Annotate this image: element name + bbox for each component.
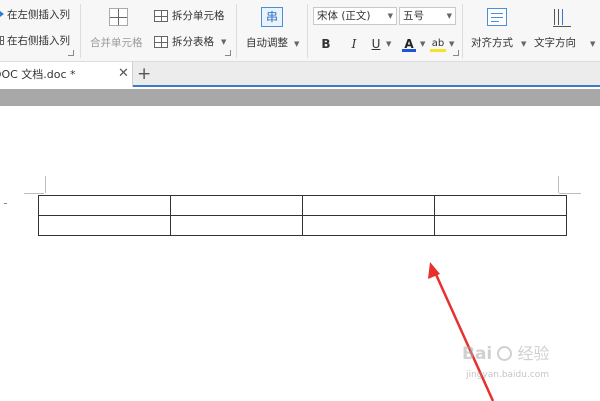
table-cell[interactable]	[302, 195, 435, 216]
tab-document-title: DOC 文档.doc *	[0, 68, 76, 81]
merge-cells-button[interactable]: 合并单元格	[86, 6, 148, 54]
dialog-launcher-icon[interactable]	[453, 50, 459, 56]
chevron-down-icon[interactable]: ▼	[386, 40, 391, 48]
chevron-down-icon[interactable]: ▼	[449, 40, 454, 48]
alignment-label: 对齐方式	[471, 37, 513, 49]
split-cells-icon	[154, 10, 168, 22]
font-color-button[interactable]: A	[402, 36, 416, 52]
highlight-button[interactable]: ab	[430, 36, 446, 52]
workspace-background	[0, 89, 600, 106]
table-row	[38, 195, 567, 216]
paw-icon	[497, 346, 513, 361]
chevron-down-icon: ▼	[221, 38, 227, 46]
chevron-down-icon: ▼	[590, 40, 596, 48]
insert-column-right-label: 在右侧插入列	[7, 35, 70, 47]
font-size-select[interactable]: 五号 ▼	[399, 7, 456, 25]
baidu-logo-suffix: 经验	[517, 344, 550, 363]
auto-adjust-icon: 串	[261, 7, 283, 27]
alignment-button[interactable]: 对齐方式 ▼	[467, 6, 529, 54]
insert-left-icon	[0, 11, 4, 17]
table-cell[interactable]	[38, 195, 171, 216]
split-cells-button[interactable]: 拆分单元格	[152, 8, 232, 24]
dialog-launcher-icon[interactable]	[68, 50, 74, 56]
font-size-value: 五号	[403, 10, 424, 22]
baidu-watermark-url: jingyan.baidu.com	[466, 370, 550, 380]
divider	[307, 4, 308, 58]
table-row	[38, 215, 567, 236]
cursor-mark	[4, 203, 7, 204]
margin-corner-mark	[559, 193, 581, 194]
split-table-button[interactable]: 拆分表格 ▼	[152, 34, 232, 50]
dialog-launcher-icon[interactable]	[225, 50, 231, 56]
bold-button[interactable]: B	[318, 36, 334, 52]
baidu-watermark: Bai 经验	[462, 340, 549, 364]
ribbon-toolbar: 在左侧插入列 在右侧插入列 合并单元格 拆分单元格 拆分表格 ▼ 串 自动调整 …	[0, 0, 600, 62]
text-direction-icon	[551, 7, 573, 29]
divider	[462, 4, 463, 58]
divider	[236, 4, 237, 58]
margin-corner-mark	[24, 193, 44, 194]
auto-adjust-button[interactable]: 串 自动调整 ▼	[242, 6, 302, 54]
insert-column-left-button[interactable]: 在左侧插入列	[0, 7, 78, 23]
chevron-down-icon: ▼	[446, 12, 452, 20]
insert-column-right-button[interactable]: 在右侧插入列	[0, 33, 78, 49]
margin-corner-mark	[558, 176, 559, 193]
text-direction-label: 文字方向	[534, 37, 576, 49]
insert-column-left-label: 在左侧插入列	[7, 9, 70, 21]
underline-button[interactable]: U	[369, 36, 383, 52]
chevron-down-icon: ▼	[387, 12, 393, 20]
split-cells-label: 拆分单元格	[172, 10, 225, 22]
document-table[interactable]	[38, 195, 567, 236]
align-icon	[487, 8, 507, 26]
tab-document[interactable]: DOC 文档.doc * ✕	[0, 62, 133, 87]
table-cell[interactable]	[434, 195, 567, 216]
chevron-down-icon[interactable]: ▼	[420, 40, 425, 48]
merge-cells-icon	[109, 8, 128, 26]
auto-adjust-label: 自动调整	[246, 37, 288, 49]
insert-right-icon	[0, 36, 4, 45]
chevron-down-icon: ▼	[294, 40, 300, 48]
document-tab-bar: DOC 文档.doc * ✕ +	[0, 62, 600, 87]
table-cell[interactable]	[302, 215, 435, 236]
divider	[80, 4, 81, 58]
font-name-select[interactable]: 宋体 (正文) ▼	[313, 7, 397, 25]
new-tab-button[interactable]: +	[137, 65, 151, 83]
merge-cells-label: 合并单元格	[90, 37, 143, 49]
margin-corner-mark	[45, 176, 46, 193]
close-icon[interactable]: ✕	[118, 67, 129, 81]
text-direction-button[interactable]: 文字方向 ▼	[532, 6, 598, 54]
table-cell[interactable]	[170, 195, 303, 216]
font-name-value: 宋体 (正文)	[317, 10, 371, 22]
table-cell[interactable]	[170, 215, 303, 236]
split-table-icon	[154, 36, 168, 48]
baidu-logo-text: Bai	[462, 344, 493, 364]
split-table-label: 拆分表格	[172, 36, 214, 48]
table-cell[interactable]	[434, 215, 567, 236]
table-cell[interactable]	[38, 215, 171, 236]
italic-button[interactable]: I	[346, 36, 362, 52]
chevron-down-icon: ▼	[521, 40, 527, 48]
